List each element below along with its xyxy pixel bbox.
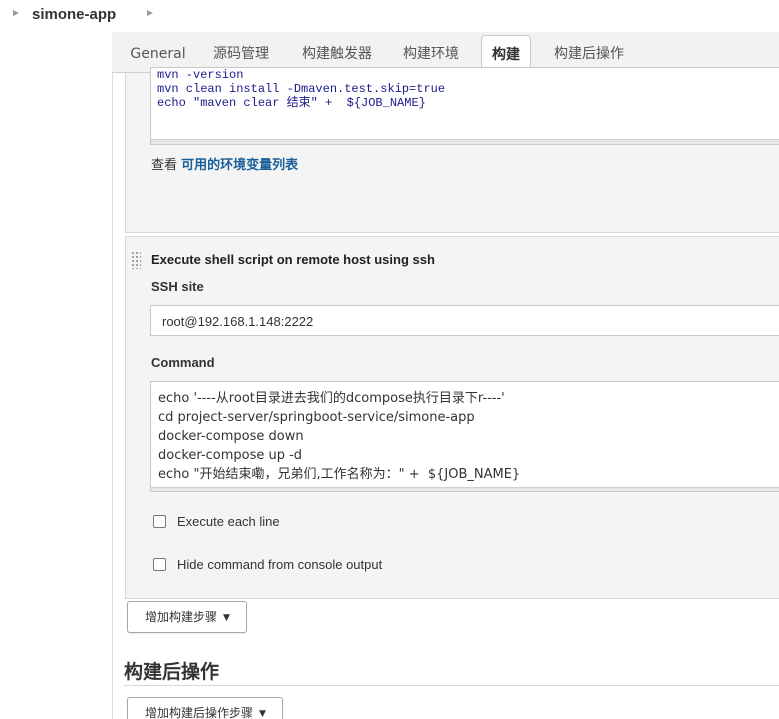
caret-down-icon: ▼ [223, 613, 230, 623]
add-post-build-step-label: 增加构建后操作步骤 [145, 706, 254, 719]
command-label: Command [151, 355, 215, 370]
hide-command-checkbox[interactable] [153, 558, 166, 571]
drag-handle-icon[interactable] [131, 251, 141, 269]
breadcrumb-job-name[interactable]: simone-app [32, 6, 116, 23]
env-vars-prefix: 查看 [151, 158, 182, 173]
textarea-resize-bar[interactable] [151, 487, 779, 491]
left-gutter [0, 32, 112, 719]
command-line: echo "开始结束嘞，兄弟们,工作名称为：" + ${JOB_NAME} [158, 467, 521, 482]
execute-each-line-option[interactable]: Execute each line [153, 514, 280, 529]
chevron-right-icon[interactable]: ► [145, 8, 155, 19]
ssh-site-label: SSH site [151, 279, 204, 294]
command-line: docker-compose down [158, 429, 304, 444]
code-line: mvn -version [157, 68, 244, 82]
shell-command-editor[interactable]: mvn -version mvn clean install -Dmaven.t… [150, 67, 779, 145]
add-build-step-button[interactable]: 增加构建步骤 ▼ [127, 601, 247, 633]
divider [124, 685, 779, 686]
add-build-step-label: 增加构建步骤 [145, 610, 218, 624]
ssh-site-select[interactable]: root@192.168.1.148:2222 [150, 305, 779, 336]
execute-each-line-label[interactable]: Execute each line [177, 514, 280, 529]
code-line: echo "maven clear 结束" + ${JOB_NAME} [157, 96, 426, 110]
env-vars-link[interactable]: 可用的环境变量列表 [181, 158, 298, 173]
code-line: mvn clean install -Dmaven.test.skip=true [157, 82, 446, 96]
hide-command-option[interactable]: Hide command from console output [153, 557, 382, 572]
env-vars-hint: 查看 可用的环境变量列表 [151, 154, 298, 173]
post-build-heading: 构建后操作 [124, 661, 220, 683]
chevron-right-icon[interactable]: ► [11, 8, 21, 19]
editor-resize-bar[interactable] [151, 139, 779, 144]
caret-down-icon: ▼ [259, 709, 266, 719]
breadcrumb: ► simone-app ► [0, 0, 779, 32]
hide-command-label[interactable]: Hide command from console output [177, 557, 382, 572]
add-post-build-step-button[interactable]: 增加构建后操作步骤 ▼ [127, 697, 283, 719]
ssh-step-title: Execute shell script on remote host usin… [151, 252, 435, 267]
command-line: docker-compose up -d [158, 448, 303, 463]
command-line: echo '----从root目录进去我们的dcompose执行目录下r----… [158, 391, 505, 406]
command-textarea[interactable]: echo '----从root目录进去我们的dcompose执行目录下r----… [150, 381, 779, 492]
command-line: cd project-server/springboot-service/sim… [158, 410, 475, 425]
execute-each-line-checkbox[interactable] [153, 515, 166, 528]
